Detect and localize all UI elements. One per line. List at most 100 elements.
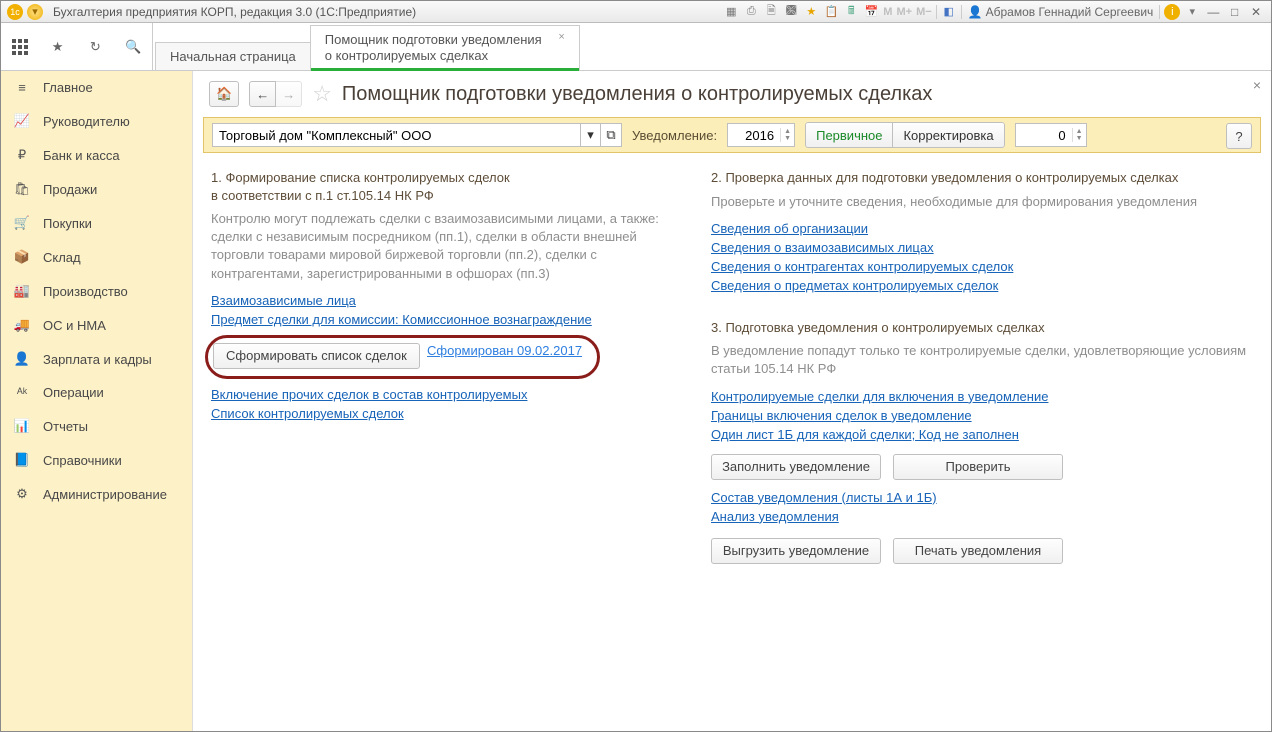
sidebar-item-bank[interactable]: ₽Банк и касса: [1, 138, 192, 172]
form-deals-button[interactable]: Сформировать список сделок: [213, 343, 420, 369]
year-up-button[interactable]: ▲: [781, 128, 794, 135]
window-minimize-button[interactable]: —: [1204, 5, 1222, 19]
link-subject[interactable]: Предмет сделки для комиссии: Комиссионно…: [211, 312, 592, 327]
nav-back-button[interactable]: ←: [249, 81, 276, 107]
tab-bar: Начальная страница Помощник подготовки у…: [153, 23, 1271, 70]
step1-desc: Контролю могут подлежать сделки с взаимо…: [211, 210, 671, 283]
tab-close-icon[interactable]: ×: [558, 32, 564, 43]
toolbar-icon-4[interactable]: 🙫: [783, 4, 799, 20]
sidebar-item-manager[interactable]: 📈Руководителю: [1, 104, 192, 138]
org-dropdown-button[interactable]: ▾: [580, 123, 600, 147]
link-included-deals[interactable]: Контролируемые сделки для включения в ув…: [711, 389, 1048, 404]
bars-icon: 📊: [13, 418, 31, 434]
formed-status-link[interactable]: Сформирован 09.02.2017: [427, 343, 582, 369]
print-notice-button[interactable]: Печать уведомления: [893, 538, 1063, 564]
home-button[interactable]: 🏠: [209, 81, 239, 107]
toolbar-panels-icon[interactable]: ◧: [941, 4, 957, 20]
sidebar-item-assets[interactable]: 🚚ОС и НМА: [1, 308, 192, 342]
sidebar-item-main[interactable]: ≡Главное: [1, 71, 192, 104]
link-related-parties[interactable]: Взаимозависимые лица: [211, 293, 356, 308]
window-maximize-button[interactable]: □: [1226, 5, 1244, 19]
org-combo: ▾ ⧉: [212, 123, 622, 147]
sidebar-item-label: Зарплата и кадры: [43, 352, 152, 367]
link-notice-analysis[interactable]: Анализ уведомления: [711, 509, 839, 524]
favorites-icon[interactable]: ★: [45, 34, 71, 60]
truck-icon: 🚚: [13, 317, 31, 333]
link-include-other[interactable]: Включение прочих сделок в состав контрол…: [211, 387, 527, 402]
toolbar-mplus-icon[interactable]: M+: [896, 6, 912, 18]
dropdown-icon[interactable]: ▾: [27, 4, 43, 20]
nav-forward-button[interactable]: →: [276, 81, 302, 107]
search-icon[interactable]: 🔍: [120, 34, 146, 60]
notice-label: Уведомление:: [632, 128, 717, 143]
sidebar-item-references[interactable]: 📘Справочники: [1, 443, 192, 477]
check-notice-button[interactable]: Проверить: [893, 454, 1063, 480]
toolbar-info-icon[interactable]: i: [1164, 4, 1180, 20]
fill-notice-button[interactable]: Заполнить уведомление: [711, 454, 881, 480]
sidebar-item-operations[interactable]: ᴬᵏОперации: [1, 376, 192, 409]
sidebar-item-payroll[interactable]: 👤 Зарплата и кадры: [1, 342, 192, 376]
year-input[interactable]: [728, 124, 780, 146]
help-button[interactable]: ?: [1226, 123, 1252, 149]
sections-icon[interactable]: [7, 34, 33, 60]
sidebar-item-sales[interactable]: 🛍 Продажи: [1, 172, 192, 206]
sidebar-item-purchases[interactable]: 🛒Покупки: [1, 206, 192, 240]
export-notice-button[interactable]: Выгрузить уведомление: [711, 538, 881, 564]
link-subjects-info[interactable]: Сведения о предметах контролируемых сдел…: [711, 278, 998, 293]
user-icon: 👤: [968, 5, 983, 19]
toolbar-fav-icon[interactable]: ★: [803, 4, 819, 20]
toolbar-mminus-icon[interactable]: M−: [916, 6, 932, 18]
toolbar-icon-1[interactable]: ▦: [723, 4, 739, 20]
current-user[interactable]: 👤Абрамов Геннадий Сергеевич: [966, 5, 1156, 19]
box-icon: 📦: [13, 249, 31, 265]
page-close-button[interactable]: ×: [1253, 77, 1261, 93]
step2-title: 2. Проверка данных для подготовки уведом…: [711, 169, 1253, 187]
link-org-info[interactable]: Сведения об организации: [711, 221, 868, 236]
page-title: Помощник подготовки уведомления о контро…: [342, 83, 932, 106]
link-related-info[interactable]: Сведения о взаимозависимых лицах: [711, 240, 934, 255]
sidebar-item-warehouse[interactable]: 📦 Склад: [1, 240, 192, 274]
tab-start-page[interactable]: Начальная страница: [155, 42, 311, 70]
person-icon: 👤: [13, 351, 31, 367]
section-sidebar: ≡Главное 📈Руководителю ₽Банк и касса 🛍 Пр…: [1, 71, 193, 731]
sidebar-item-reports[interactable]: 📊Отчеты: [1, 409, 192, 443]
primary-button[interactable]: Первичное: [805, 122, 892, 148]
toolbar-print-icon[interactable]: ⎙: [743, 4, 759, 20]
link-notice-content[interactable]: Состав уведомления (листы 1А и 1Б): [711, 490, 937, 505]
toolbar-calc-icon[interactable]: 🖩: [843, 4, 859, 20]
sidebar-item-label: Продажи: [43, 182, 97, 197]
sidebar-item-label: Склад: [43, 250, 81, 265]
link-sheet-config[interactable]: Один лист 1Б для каждой сделки; Код не з…: [711, 427, 1019, 442]
toolbar-calendar-icon[interactable]: 📅: [863, 4, 879, 20]
corr-up-button[interactable]: ▲: [1073, 128, 1086, 135]
window-titlebar: 1c ▾ Бухгалтерия предприятия КОРП, редак…: [1, 1, 1271, 23]
correction-number-input[interactable]: [1016, 124, 1072, 146]
link-deals-list[interactable]: Список контролируемых сделок: [211, 406, 404, 421]
sidebar-item-admin[interactable]: ⚙Администрирование: [1, 477, 192, 511]
toolbar-clipboard-icon[interactable]: 📋: [823, 4, 839, 20]
tab-assistant[interactable]: Помощник подготовки уведомления о контро…: [310, 25, 580, 71]
chart-icon: 📈: [13, 113, 31, 129]
year-down-button[interactable]: ▼: [781, 135, 794, 142]
link-contractors-info[interactable]: Сведения о контрагентах контролируемых с…: [711, 259, 1013, 274]
corr-down-button[interactable]: ▼: [1073, 135, 1086, 142]
org-input[interactable]: [212, 123, 580, 147]
bag-icon: 🛍: [13, 181, 31, 197]
toolbar-doc-icon[interactable]: 🗎: [763, 4, 779, 20]
ops-icon: ᴬᵏ: [13, 385, 31, 400]
favorite-toggle-icon[interactable]: ☆: [312, 83, 332, 105]
link-limits[interactable]: Границы включения сделок в уведомление: [711, 408, 972, 423]
window-close-button[interactable]: ✕: [1247, 5, 1265, 19]
toolbar-m-icon[interactable]: M: [883, 6, 892, 18]
step1-title: 1. Формирование списка контролируемых сд…: [211, 169, 671, 204]
sidebar-item-production[interactable]: 🏭Производство: [1, 274, 192, 308]
ruble-icon: ₽: [13, 147, 31, 163]
step3-desc: В уведомление попадут только те контроли…: [711, 342, 1253, 378]
factory-icon: 🏭: [13, 283, 31, 299]
correction-button[interactable]: Корректировка: [892, 122, 1004, 148]
toolbar-dd2-icon[interactable]: ▾: [1184, 4, 1200, 20]
history-icon[interactable]: ↻: [82, 34, 108, 60]
step2-desc: Проверьте и уточните сведения, необходим…: [711, 193, 1253, 211]
gear-icon: ⚙: [13, 486, 31, 502]
org-open-button[interactable]: ⧉: [600, 123, 622, 147]
